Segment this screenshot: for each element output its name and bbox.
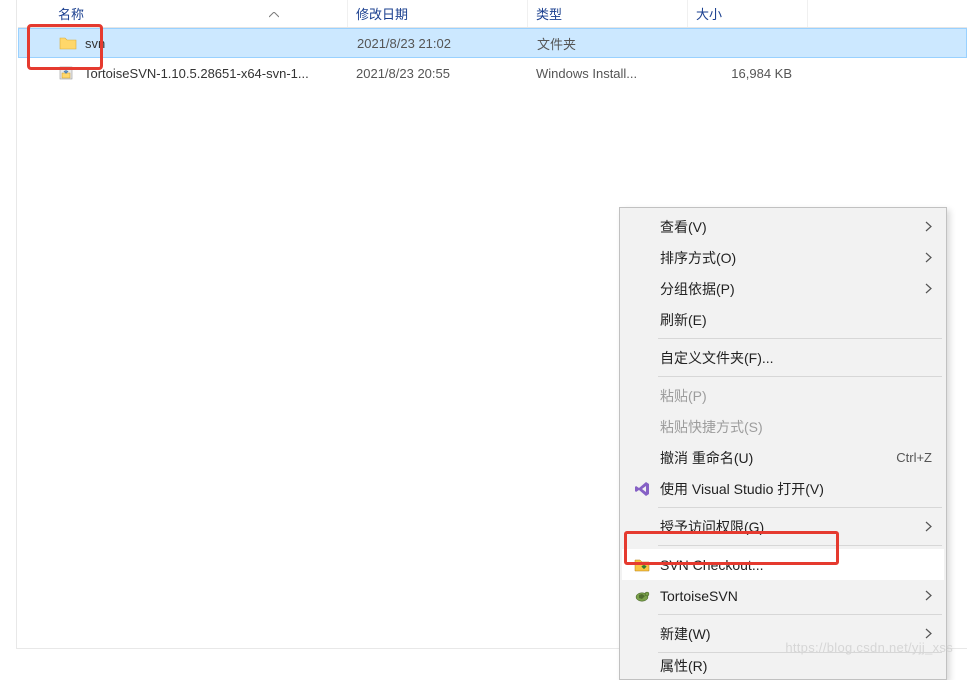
file-size: 16,984 KB bbox=[731, 66, 792, 81]
menu-separator bbox=[658, 614, 942, 615]
menu-item-tortoisesvn[interactable]: TortoiseSVN bbox=[622, 580, 944, 611]
context-menu: 查看(V) 排序方式(O) 分组依据(P) 刷新(E) 自定义文件夹(F)...… bbox=[619, 207, 947, 680]
menu-item-view[interactable]: 查看(V) bbox=[622, 211, 944, 242]
file-type: 文件夹 bbox=[537, 37, 576, 52]
file-name: TortoiseSVN-1.10.5.28651-x64-svn-1... bbox=[84, 66, 309, 81]
column-header-size[interactable]: 大小 bbox=[688, 0, 808, 27]
chevron-right-icon bbox=[914, 521, 932, 532]
menu-item-open-vs[interactable]: 使用 Visual Studio 打开(V) bbox=[622, 473, 944, 504]
menu-separator bbox=[658, 376, 942, 377]
menu-item-paste: 粘贴(P) bbox=[622, 380, 944, 411]
tortoisesvn-icon bbox=[630, 586, 654, 606]
file-date: 2021/8/23 21:02 bbox=[357, 36, 451, 51]
chevron-right-icon bbox=[914, 252, 932, 263]
chevron-right-icon bbox=[914, 628, 932, 639]
file-list: 名称 修改日期 类型 大小 svn 2021/8/23 21:02 文件夹 bbox=[0, 0, 967, 88]
menu-item-properties[interactable]: 属性(R) bbox=[622, 656, 944, 676]
menu-item-new[interactable]: 新建(W) bbox=[622, 618, 944, 649]
menu-shortcut: Ctrl+Z bbox=[896, 450, 932, 465]
menu-item-svn-checkout[interactable]: SVN Checkout... bbox=[622, 549, 944, 580]
menu-item-refresh[interactable]: 刷新(E) bbox=[622, 304, 944, 335]
chevron-right-icon bbox=[914, 590, 932, 601]
menu-separator bbox=[658, 545, 942, 546]
menu-item-customize-folder[interactable]: 自定义文件夹(F)... bbox=[622, 342, 944, 373]
file-date: 2021/8/23 20:55 bbox=[356, 66, 450, 81]
column-header-row: 名称 修改日期 类型 大小 bbox=[18, 0, 967, 28]
menu-item-undo-rename[interactable]: 撤消 重命名(U) Ctrl+Z bbox=[622, 442, 944, 473]
file-name: svn bbox=[85, 36, 105, 51]
menu-item-paste-shortcut: 粘贴快捷方式(S) bbox=[622, 411, 944, 442]
menu-separator bbox=[658, 507, 942, 508]
visual-studio-icon bbox=[630, 479, 654, 499]
menu-item-sort[interactable]: 排序方式(O) bbox=[622, 242, 944, 273]
file-type: Windows Install... bbox=[536, 66, 637, 81]
menu-item-group[interactable]: 分组依据(P) bbox=[622, 273, 944, 304]
folder-icon bbox=[59, 34, 77, 52]
installer-icon bbox=[58, 64, 76, 82]
sort-caret-icon bbox=[269, 6, 279, 21]
column-header-name-label: 名称 bbox=[58, 4, 84, 23]
menu-item-grant-access[interactable]: 授予访问权限(G) bbox=[622, 511, 944, 542]
column-header-date[interactable]: 修改日期 bbox=[348, 0, 528, 27]
chevron-right-icon bbox=[914, 221, 932, 232]
menu-separator bbox=[658, 652, 942, 653]
file-row-svn-folder[interactable]: svn 2021/8/23 21:02 文件夹 bbox=[18, 28, 967, 58]
column-header-type[interactable]: 类型 bbox=[528, 0, 688, 27]
column-header-name[interactable]: 名称 bbox=[18, 0, 348, 27]
svn-checkout-icon bbox=[630, 555, 654, 575]
menu-separator bbox=[658, 338, 942, 339]
file-row-tortoisesvn-installer[interactable]: TortoiseSVN-1.10.5.28651-x64-svn-1... 20… bbox=[18, 58, 967, 88]
chevron-right-icon bbox=[914, 283, 932, 294]
